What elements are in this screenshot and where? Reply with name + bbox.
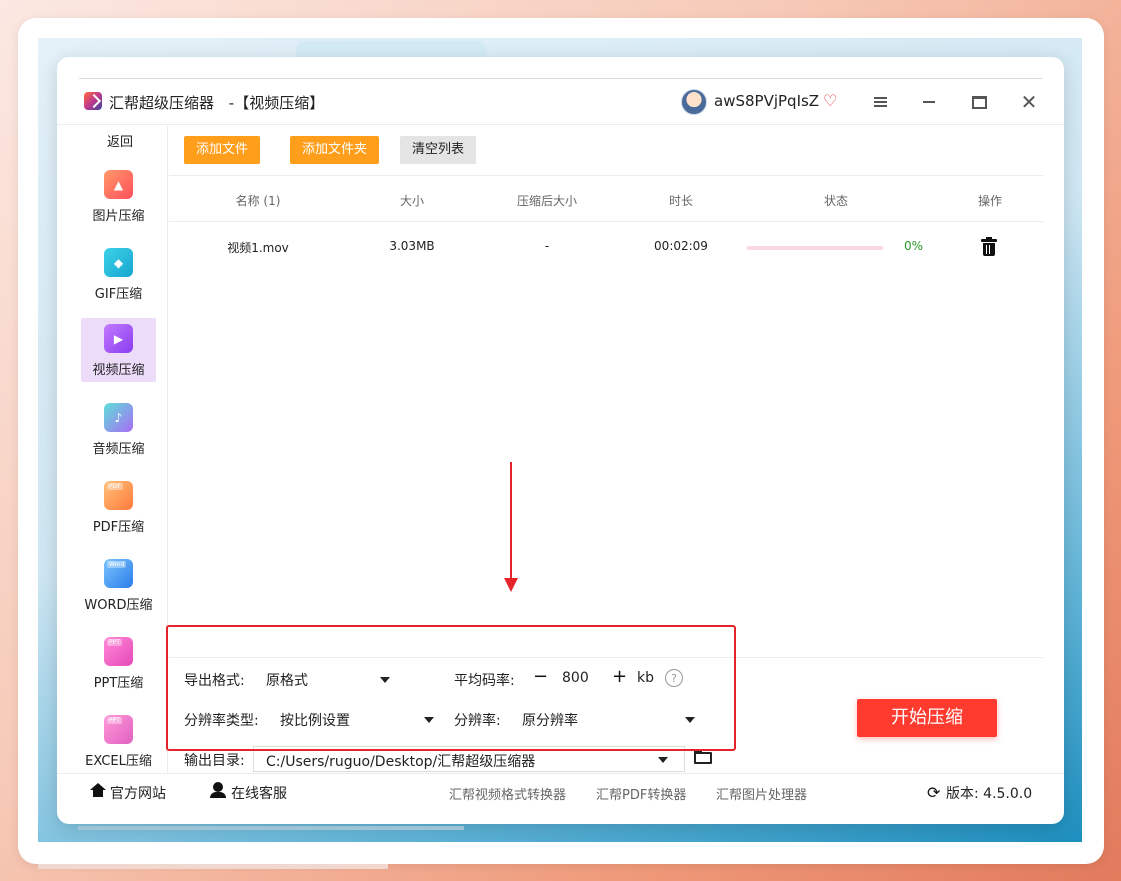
- sidebar-item-label: WORD压缩: [84, 598, 153, 613]
- app-window: 汇帮超级压缩器 -【视频压缩】 awS8PVjPqIsZ ♡ ✕ 返回 ▲ 图片…: [57, 57, 1064, 824]
- image-processor-link[interactable]: 汇帮图片处理器: [716, 784, 807, 803]
- sidebar-item-label: 音频压缩: [92, 442, 145, 457]
- avatar[interactable]: [681, 89, 707, 115]
- progress-bar: [747, 246, 883, 250]
- resolution-select[interactable]: 原分辨率: [522, 708, 695, 732]
- home-icon: [90, 783, 106, 797]
- avg-bitrate-label: 平均码率:: [454, 673, 515, 689]
- output-dir-select[interactable]: C:/Users/ruguo/Desktop/汇帮超级压缩器: [253, 746, 685, 772]
- resolution-label: 分辨率:: [454, 713, 501, 729]
- refresh-icon[interactable]: ⟳: [927, 783, 940, 802]
- footer: 官方网站 在线客服 汇帮视频格式转换器 汇帮PDF转换器 汇帮图片处理器 ⟳ 版…: [57, 773, 1064, 809]
- pdf-converter-link[interactable]: 汇帮PDF转换器: [596, 784, 686, 803]
- column-header-actions: 操作: [977, 194, 1003, 208]
- annotation-highlight-box: [166, 625, 736, 751]
- background-bar: [78, 826, 464, 830]
- sidebar-item-label: 视频压缩: [92, 363, 145, 378]
- word-icon: Word: [104, 559, 133, 588]
- background-bar: [38, 864, 388, 869]
- export-format-label: 导出格式:: [184, 673, 245, 689]
- help-icon[interactable]: ?: [665, 669, 683, 687]
- file-duration: 00:02:09: [654, 239, 708, 253]
- official-site-link[interactable]: 官方网站: [110, 783, 166, 803]
- sidebar: 返回 ▲ 图片压缩 ◆ GIF压缩 ▶ 视频压缩 ♪ 音频压缩 PDF PDF压…: [57, 126, 168, 772]
- sidebar-item-label: 图片压缩: [92, 209, 145, 224]
- file-size: 3.03MB: [389, 239, 435, 253]
- column-header-compressed-size: 压缩后大小: [516, 194, 578, 208]
- ppt-icon: PPT: [104, 637, 133, 666]
- add-file-button[interactable]: 添加文件: [184, 136, 261, 164]
- annotation-arrow-head: [504, 578, 518, 592]
- bitrate-unit: kb: [637, 670, 654, 686]
- sidebar-item-gif[interactable]: ◆ GIF压缩: [81, 242, 156, 306]
- settings-divider: [169, 657, 1043, 658]
- export-format-select[interactable]: 原格式: [266, 668, 390, 692]
- bitrate-increase-button[interactable]: +: [612, 668, 627, 686]
- window-title: 汇帮超级压缩器 -【视频压缩】: [109, 92, 324, 113]
- file-name: 视频1.mov: [227, 241, 289, 255]
- video-icon: ▶: [104, 324, 133, 353]
- back-button[interactable]: 返回: [107, 131, 133, 150]
- column-header-size: 大小: [399, 194, 425, 208]
- sidebar-item-excel[interactable]: PPT EXCEL压缩: [81, 709, 156, 773]
- menu-icon[interactable]: [867, 89, 893, 115]
- clear-list-button[interactable]: 清空列表: [400, 136, 477, 164]
- image-icon: ▲: [104, 170, 133, 199]
- sidebar-item-image[interactable]: ▲ 图片压缩: [81, 164, 156, 228]
- app-name: 汇帮超级压缩器: [109, 94, 215, 112]
- trash-icon[interactable]: [981, 237, 997, 257]
- chevron-down-icon: [380, 677, 390, 683]
- resolution-type-select[interactable]: 按比例设置: [280, 708, 434, 732]
- sidebar-item-label: EXCEL压缩: [85, 754, 152, 769]
- column-header-duration: 时长: [668, 194, 694, 208]
- title-bar: 汇帮超级压缩器 -【视频压缩】 awS8PVjPqIsZ ♡ ✕: [57, 79, 1064, 125]
- sidebar-item-video[interactable]: ▶ 视频压缩: [81, 318, 156, 382]
- video-converter-link[interactable]: 汇帮视频格式转换器: [449, 784, 566, 803]
- bitrate-value[interactable]: 800: [562, 670, 589, 686]
- add-folder-button[interactable]: 添加文件夹: [290, 136, 380, 164]
- column-header-name: 名称 (1): [235, 194, 281, 208]
- sidebar-item-audio[interactable]: ♪ 音频压缩: [81, 397, 156, 461]
- pdf-icon: PDF: [104, 481, 133, 510]
- minimize-icon[interactable]: [916, 89, 942, 115]
- version-label: 版本: 4.5.0.0: [946, 786, 1033, 802]
- annotation-arrow: [510, 462, 512, 582]
- maximize-icon[interactable]: [966, 89, 992, 115]
- sidebar-item-ppt[interactable]: PPT PPT压缩: [81, 631, 156, 695]
- online-service-link[interactable]: 在线客服: [231, 783, 287, 803]
- sidebar-item-pdf[interactable]: PDF PDF压缩: [81, 475, 156, 539]
- progress-percent: 0%: [904, 239, 924, 253]
- folder-open-icon[interactable]: [694, 750, 712, 764]
- chevron-down-icon: [685, 717, 695, 723]
- username[interactable]: awS8PVjPqIsZ: [714, 92, 819, 110]
- table-header: 名称 (1) 大小 压缩后大小 时长 状态 操作: [169, 175, 1043, 222]
- sidebar-item-label: PPT压缩: [93, 676, 144, 691]
- output-dir-label: 输出目录:: [184, 753, 245, 769]
- column-header-status: 状态: [823, 194, 849, 208]
- excel-icon: PPT: [104, 715, 133, 744]
- sidebar-item-label: GIF压缩: [94, 287, 143, 302]
- app-logo-icon: [84, 92, 102, 110]
- audio-icon: ♪: [104, 403, 133, 432]
- sidebar-item-label: PDF压缩: [92, 520, 145, 535]
- bitrate-decrease-button[interactable]: −: [533, 668, 548, 686]
- close-icon[interactable]: ✕: [1016, 89, 1042, 115]
- page-title: -【视频压缩】: [228, 94, 325, 112]
- vip-heart-icon[interactable]: ♡: [823, 91, 837, 110]
- chevron-down-icon: [658, 757, 668, 763]
- resolution-type-label: 分辨率类型:: [184, 713, 259, 729]
- customer-service-icon: [210, 782, 226, 798]
- gif-icon: ◆: [104, 248, 133, 277]
- chevron-down-icon: [424, 717, 434, 723]
- start-compress-button[interactable]: 开始压缩: [857, 699, 997, 737]
- sidebar-item-word[interactable]: Word WORD压缩: [81, 553, 156, 617]
- table-row[interactable]: 视频1.mov 3.03MB - 00:02:09 0%: [169, 223, 1043, 273]
- compressed-size: -: [544, 239, 550, 253]
